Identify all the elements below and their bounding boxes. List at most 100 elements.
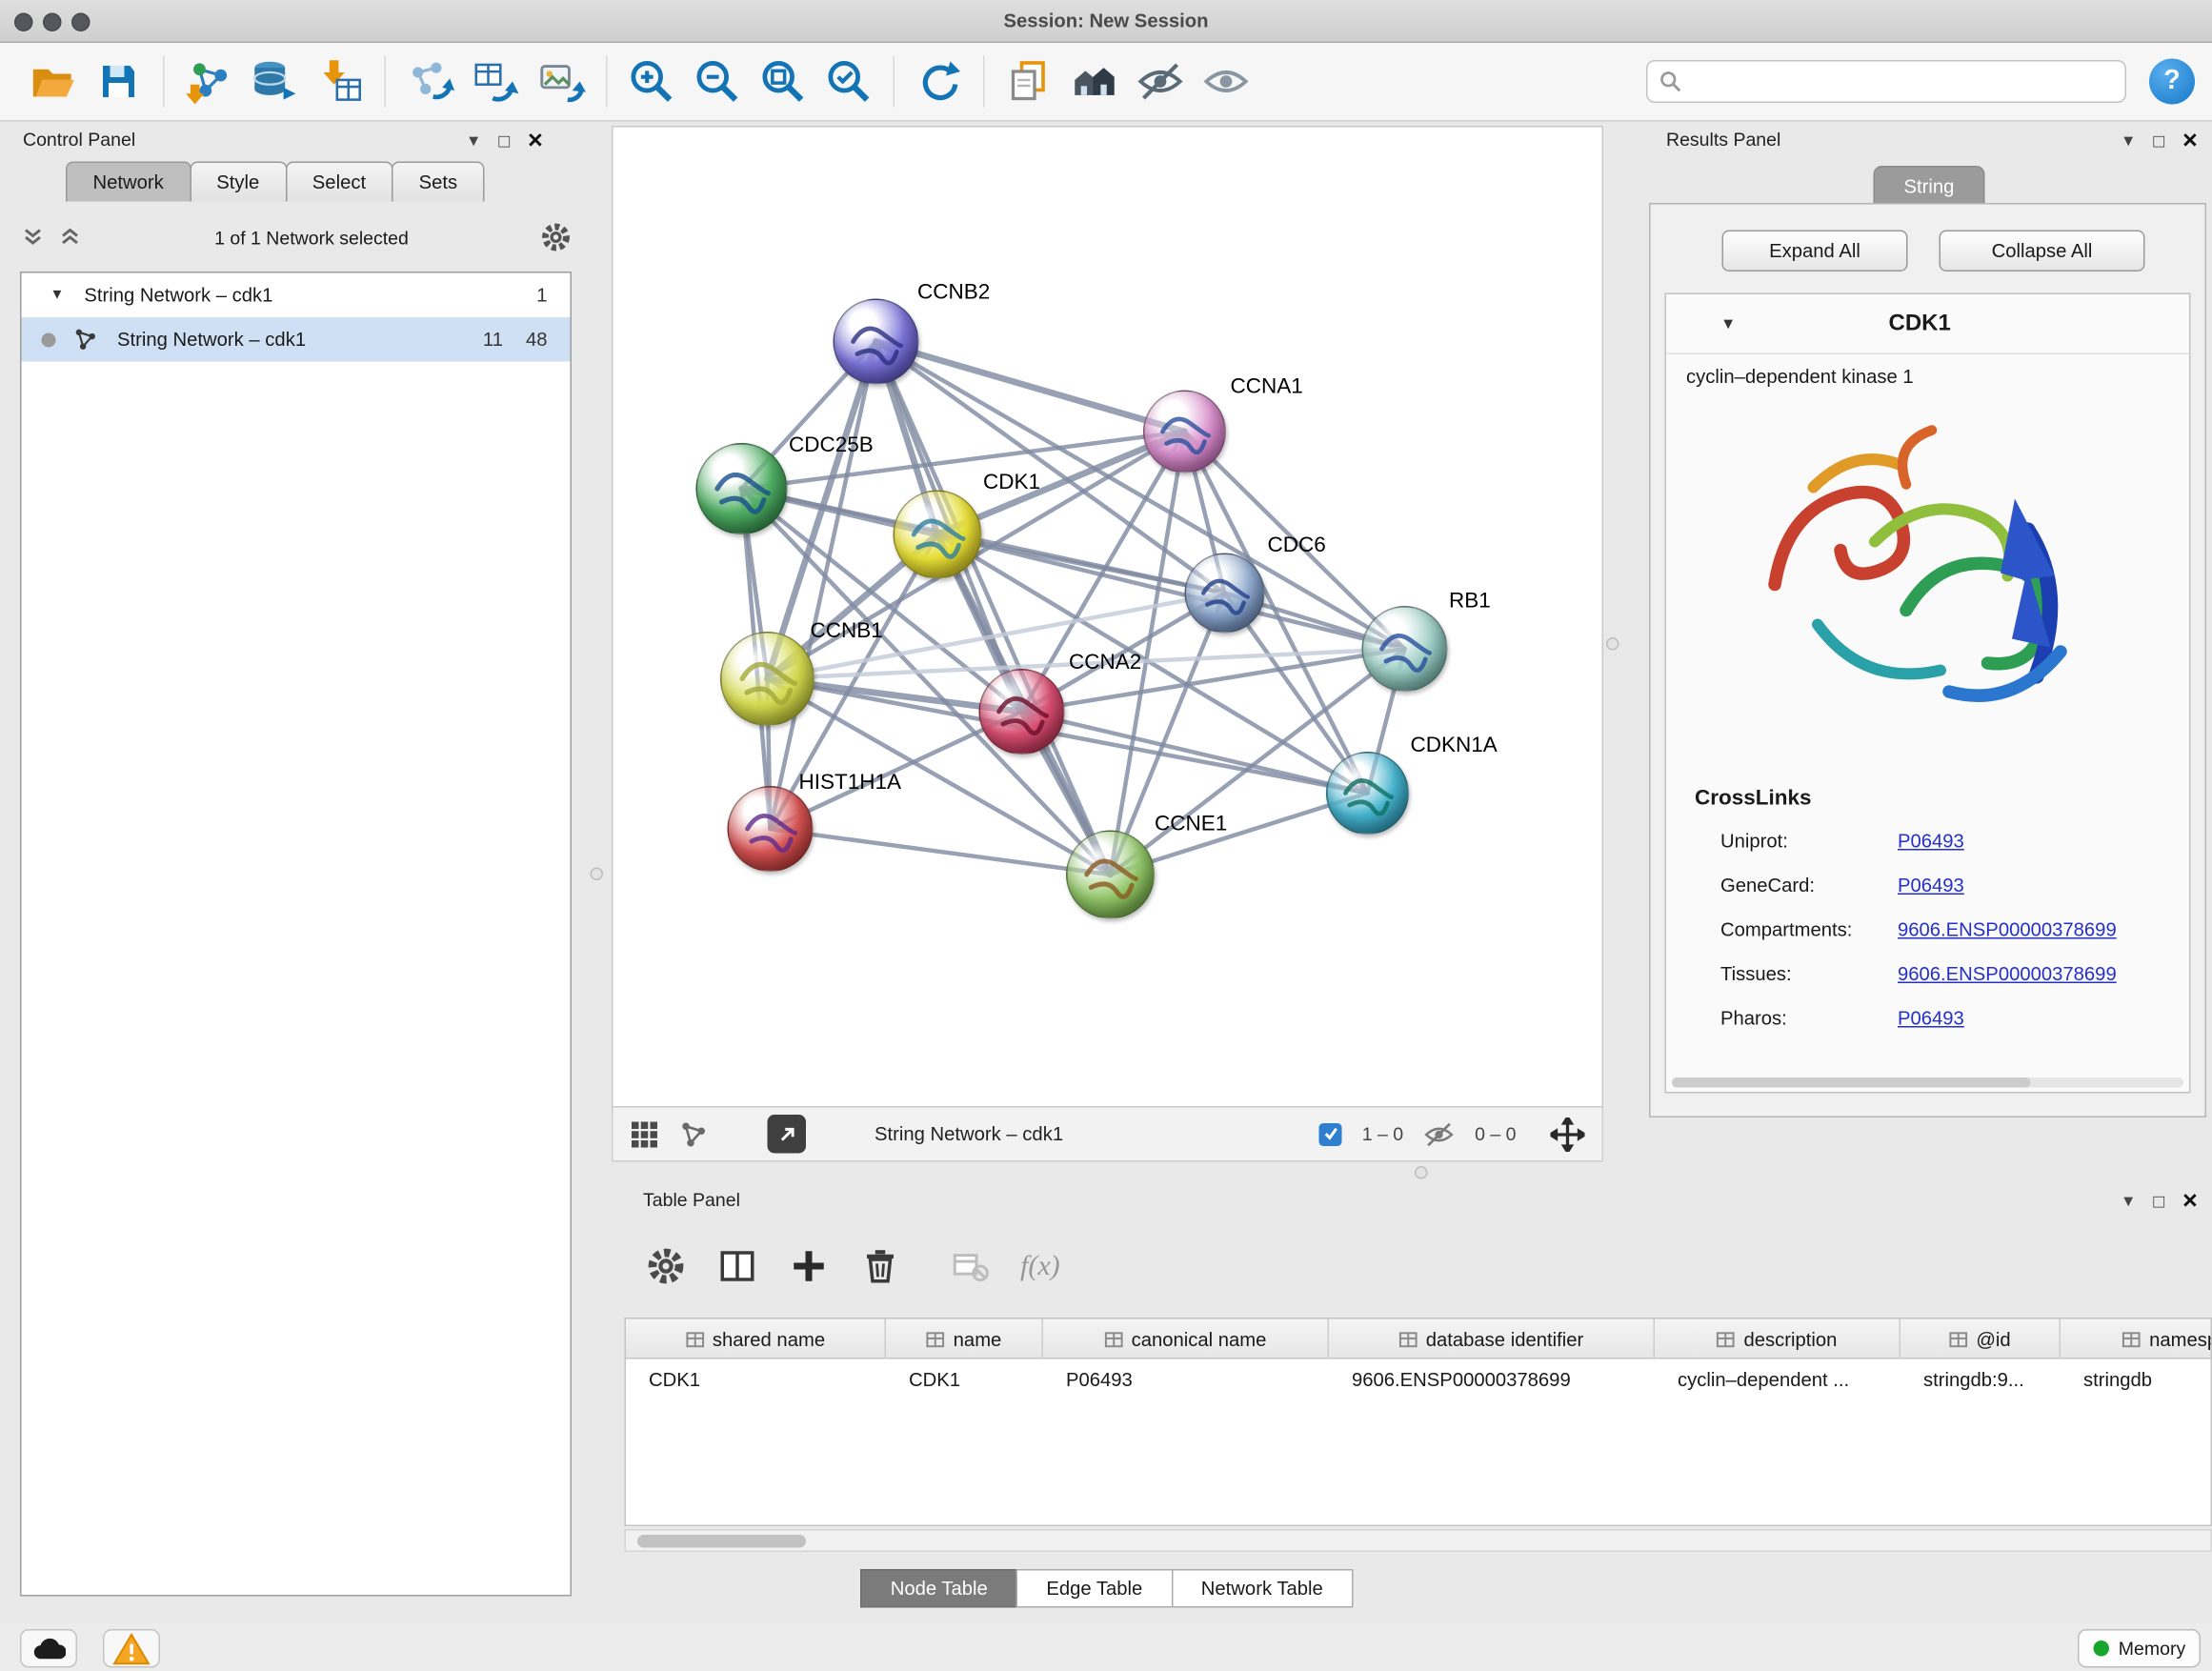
panel-menu-icon[interactable]: ▼ <box>2121 132 2136 150</box>
zoom-fit-button[interactable] <box>751 50 816 113</box>
expand-all-icon[interactable] <box>57 225 83 251</box>
toolbar-separator <box>983 56 985 108</box>
tab-node-table[interactable]: Node Table <box>860 1569 1017 1608</box>
tab-network-table[interactable]: Network Table <box>1171 1569 1353 1608</box>
bottom-splitter-handle[interactable] <box>1415 1166 1428 1179</box>
network-node-cdk1[interactable] <box>894 491 982 579</box>
cloud-status-button[interactable] <box>20 1629 77 1668</box>
crosslink-link[interactable]: P06493 <box>1898 831 1964 853</box>
table-import-icon <box>316 57 365 106</box>
import-table-button[interactable] <box>308 50 373 113</box>
table-horizontal-scrollbar[interactable] <box>625 1529 2212 1552</box>
close-panel-icon[interactable]: ✕ <box>2182 1189 2199 1214</box>
scrollbar-thumb[interactable] <box>637 1535 806 1548</box>
expand-all-button[interactable]: Expand All <box>1722 231 1908 272</box>
import-network-from-database-button[interactable] <box>242 50 308 113</box>
close-panel-icon[interactable]: ✕ <box>527 129 544 153</box>
delete-column-trash-icon[interactable] <box>860 1246 900 1286</box>
network-node-ccnb1[interactable] <box>720 632 814 726</box>
search-field[interactable] <box>1646 60 2126 103</box>
tab-style[interactable]: Style <box>190 162 287 202</box>
tab-network[interactable]: Network <box>66 162 191 202</box>
collapse-all-icon[interactable] <box>20 225 46 251</box>
crosslink-link[interactable]: 9606.ENSP00000378699 <box>1898 919 2117 941</box>
float-panel-icon[interactable]: □ <box>2153 131 2164 152</box>
export-image-button[interactable] <box>529 50 594 113</box>
crosslink-link[interactable]: P06493 <box>1898 1008 1964 1030</box>
network-node-ccna2[interactable] <box>979 669 1065 755</box>
float-panel-icon[interactable]: □ <box>2153 1191 2164 1213</box>
show-columns-icon[interactable] <box>717 1246 757 1286</box>
column-header-database-identifier[interactable]: database identifier <box>1329 1319 1655 1359</box>
collapse-all-button[interactable]: Collapse All <box>1940 231 2145 272</box>
birdseye-grid-icon[interactable] <box>631 1119 659 1148</box>
save-session-button[interactable] <box>86 50 151 113</box>
warnings-button[interactable] <box>103 1629 160 1668</box>
neighborhood-button[interactable] <box>1062 50 1128 113</box>
table-cell: CDK1 <box>886 1359 1043 1399</box>
minimize-window-button[interactable] <box>43 13 62 32</box>
zoom-in-button[interactable] <box>619 50 685 113</box>
network-node-ccna1[interactable] <box>1143 391 1226 473</box>
table-options-gear-icon[interactable] <box>646 1246 686 1286</box>
network-options-gear-icon[interactable] <box>540 222 572 253</box>
zoom-selected-button[interactable] <box>816 50 882 113</box>
column-header--id[interactable]: @id <box>1900 1319 2061 1359</box>
float-panel-icon[interactable]: □ <box>498 131 510 152</box>
network-canvas[interactable]: CCNB2CCNA1CDC25BCDK1CDC6RB1CCNB1CCNA2CDK… <box>612 126 1603 1108</box>
results-tab-string[interactable]: String <box>1874 166 1985 205</box>
window-title: Session: New Session <box>1004 10 1209 32</box>
network-node-ccne1[interactable] <box>1066 831 1155 919</box>
column-header-shared-name[interactable]: shared name <box>626 1319 886 1359</box>
table-row[interactable]: CDK1CDK1P064939606.ENSP00000378699cyclin… <box>626 1359 2212 1399</box>
pan-crosshair-icon[interactable] <box>1551 1117 1585 1151</box>
crosslink-link[interactable]: 9606.ENSP00000378699 <box>1898 963 2117 985</box>
function-builder-button[interactable]: f(x) <box>1020 1250 1060 1283</box>
open-session-button[interactable] <box>20 50 86 113</box>
collection-expander-icon[interactable]: ▼ <box>50 288 65 304</box>
tab-edge-table[interactable]: Edge Table <box>1016 1569 1173 1608</box>
network-node-cdc6[interactable] <box>1185 554 1265 634</box>
network-node-rb1[interactable] <box>1362 606 1448 692</box>
column-header-canonical-name[interactable]: canonical name <box>1043 1319 1329 1359</box>
left-splitter-handle[interactable] <box>591 868 604 881</box>
zoom-window-button[interactable] <box>71 13 90 32</box>
crosslink-link[interactable]: P06493 <box>1898 875 1964 896</box>
search-input[interactable] <box>1682 70 2114 92</box>
protein-card-header[interactable]: ▼ CDK1 <box>1666 294 2189 354</box>
protein-expander-icon[interactable]: ▼ <box>1720 315 1736 332</box>
selected-nodes-checkbox[interactable] <box>1319 1122 1342 1145</box>
tab-sets[interactable]: Sets <box>392 162 485 202</box>
panel-menu-icon[interactable]: ▼ <box>2121 1193 2136 1210</box>
database-import-icon <box>251 57 299 106</box>
view-share-icon[interactable] <box>679 1119 708 1148</box>
add-column-icon[interactable] <box>789 1246 829 1286</box>
network-node-ccnb2[interactable] <box>834 299 919 385</box>
export-table-button[interactable] <box>463 50 529 113</box>
network-node-cdkn1a[interactable] <box>1326 752 1409 835</box>
memory-button[interactable]: Memory <box>2078 1629 2201 1668</box>
column-header-namespace[interactable]: namespace <box>2061 1319 2212 1359</box>
column-header-description[interactable]: description <box>1655 1319 1900 1359</box>
show-all-button[interactable] <box>1194 50 1259 113</box>
close-panel-icon[interactable]: ✕ <box>2182 129 2199 153</box>
right-splitter-handle[interactable] <box>1606 637 1619 651</box>
import-network-button[interactable] <box>176 50 242 113</box>
close-window-button[interactable] <box>14 13 33 32</box>
network-node-hist1h1a[interactable] <box>728 786 814 872</box>
open-in-new-button[interactable] <box>768 1115 807 1154</box>
zoom-out-button[interactable] <box>685 50 751 113</box>
hide-selected-button[interactable] <box>1128 50 1194 113</box>
network-row-selected[interactable]: String Network – cdk1 11 48 <box>22 317 571 362</box>
export-network-button[interactable] <box>397 50 463 113</box>
column-header-name[interactable]: name <box>886 1319 1043 1359</box>
panel-menu-icon[interactable]: ▼ <box>466 132 481 150</box>
tab-select[interactable]: Select <box>285 162 392 202</box>
clone-network-button[interactable] <box>996 50 1062 113</box>
network-collection-row[interactable]: ▼ String Network – cdk1 1 <box>22 273 571 318</box>
apply-layout-button[interactable] <box>906 50 972 113</box>
results-scrollbar[interactable] <box>1672 1077 2183 1088</box>
network-node-cdc25b[interactable] <box>696 443 788 534</box>
network-view-title: String Network – cdk1 <box>875 1123 1299 1145</box>
help-button[interactable]: ? <box>2149 59 2195 105</box>
